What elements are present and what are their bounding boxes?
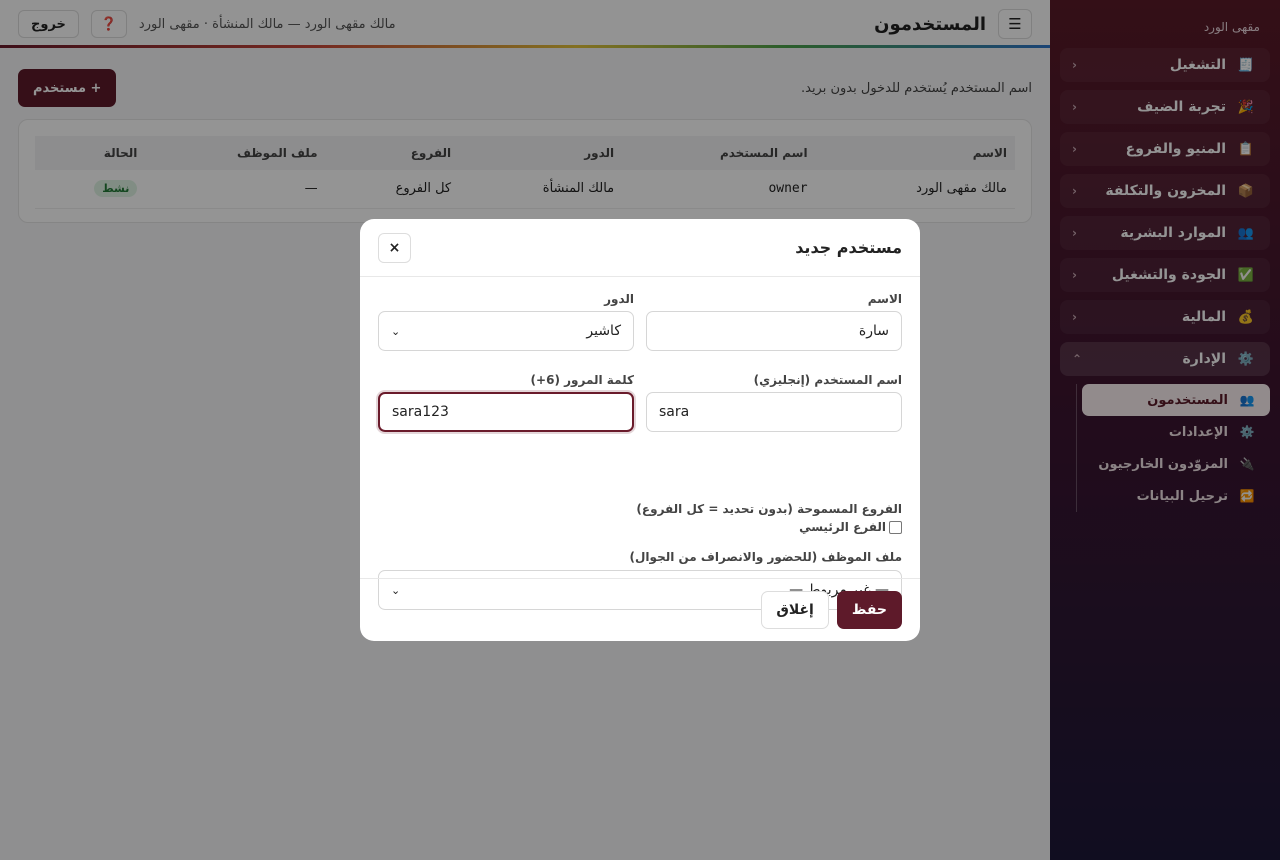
name-input[interactable]: سارة [646, 311, 902, 351]
username-input[interactable]: sara [646, 392, 902, 432]
branch-main-checkbox[interactable] [889, 520, 902, 534]
branch-main-label: الفرع الرئيسي [799, 520, 886, 534]
employee-profile-label: ملف الموظف (للحضور والانصراف من الجوال) [629, 550, 902, 564]
password-label: كلمة المرور (6+) [530, 373, 634, 387]
role-field-group: الدور كاشير ⌄ [378, 292, 634, 351]
password-input[interactable]: sara123 [378, 392, 634, 432]
username-label: اسم المستخدم (إنجليزي) [753, 373, 902, 387]
save-button[interactable]: حفظ [836, 591, 902, 629]
role-selected-value: كاشير [586, 323, 621, 339]
dialog-close-button[interactable]: × [378, 232, 411, 263]
close-button[interactable]: إغلاق [761, 591, 829, 629]
dialog-body: الاسم سارة الدور كاشير ⌄ اسم المستخدم (إ… [360, 277, 920, 610]
name-label: الاسم [867, 292, 902, 306]
role-label: الدور [604, 292, 634, 306]
password-field-group: كلمة المرور (6+) sara123 [378, 373, 634, 432]
branch-option-main[interactable]: الفرع الرئيسي [799, 520, 902, 534]
role-select[interactable]: كاشير ⌄ [378, 311, 634, 351]
close-icon: × [388, 239, 401, 256]
dialog-header: مستخدم جديد × [360, 219, 920, 277]
new-user-dialog: مستخدم جديد × الاسم سارة الدور كاشير ⌄ ا… [360, 219, 920, 641]
chevron-down-icon: ⌄ [391, 324, 401, 338]
username-field-group: اسم المستخدم (إنجليزي) sara [646, 373, 902, 432]
dialog-title: مستخدم جديد [795, 238, 902, 257]
allowed-branches-label: الفروع المسموحة (بدون تحديد = كل الفروع) [636, 502, 902, 516]
name-field-group: الاسم سارة [646, 292, 902, 351]
dialog-footer: حفظ إغلاق [360, 578, 920, 641]
